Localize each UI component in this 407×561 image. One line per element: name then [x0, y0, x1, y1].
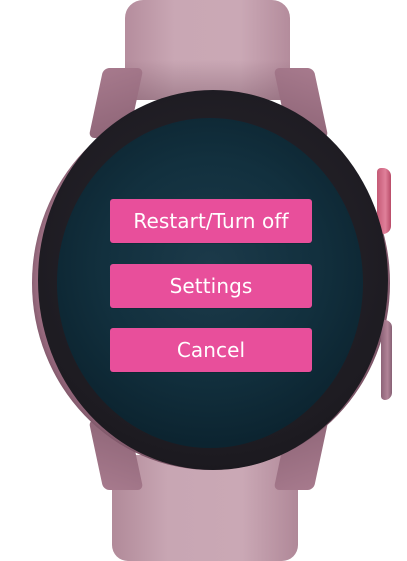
- watch-side-button-bottom[interactable]: [381, 320, 392, 400]
- settings-button[interactable]: Settings: [110, 264, 312, 308]
- smartwatch-device: Restart/Turn off Settings Cancel: [0, 0, 407, 561]
- restart-turn-off-button[interactable]: Restart/Turn off: [110, 199, 312, 243]
- watch-strap-bottom: [112, 455, 298, 561]
- restart-turn-off-label: Restart/Turn off: [133, 209, 289, 233]
- cancel-button[interactable]: Cancel: [110, 328, 312, 372]
- cancel-label: Cancel: [176, 338, 246, 362]
- settings-label: Settings: [169, 274, 253, 298]
